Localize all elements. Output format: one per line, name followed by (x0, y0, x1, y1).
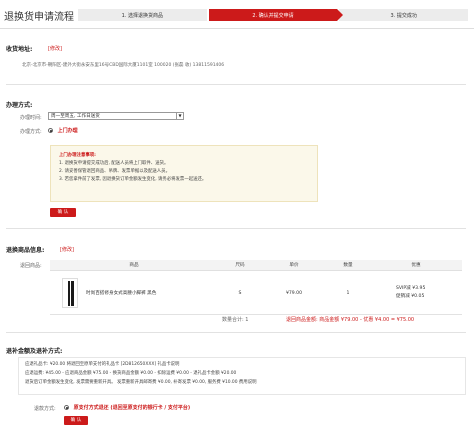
step-3: 3. 提交成功 (339, 9, 469, 21)
refund-line-invoice: 退货后订单金额发生变化, 发票需要重新开具。 发票重新开具邮寄费 ¥0.00, … (25, 380, 257, 385)
time-select-value: 周一至周五, 工作日送货 (51, 114, 100, 119)
promo-sale: 促销减 ¥0.05 (396, 294, 425, 300)
step-1: 1. 选择退换货商品 (78, 9, 207, 21)
divider (6, 228, 466, 229)
pants-icon (68, 281, 74, 307)
time-select[interactable]: 周一至周五, 工作日送货 ▼ (48, 112, 184, 120)
divider (50, 314, 462, 315)
product-name[interactable]: 时尚百搭修身女式高腰小脚裤 黑色 (86, 290, 156, 296)
col-product: 商品 (50, 260, 218, 271)
page-title: 退换货申请流程 (4, 12, 74, 23)
refund-line-giftcard: 应退礼品卡: ¥20.00 将退回至原单支付的礼品卡 [2D812650XXX]… (25, 362, 180, 367)
step-2: 2. 确认并提交申请 (208, 9, 344, 21)
summary-total: 退回商品金额: 商品金额 ¥79.00 - 优惠 ¥4.00 = ¥75.00 (286, 317, 415, 323)
notice-box: 上门办理注意事项: 1. 退换货申请提交成功后, 配送人员将上门取件、送货。 2… (50, 145, 318, 202)
notice-line: 2. 请妥善保管退回商品、吊牌、发票单据以及配送人员。 (59, 169, 170, 174)
radio-icon (64, 405, 69, 410)
product-qty: 1 (346, 290, 350, 296)
header-divider (0, 28, 474, 29)
progress-steps: 1. 选择退换货商品 2. 确认并提交申请 3. 提交成功 (78, 9, 470, 21)
product-size: S (238, 290, 242, 296)
promo-svip: SVIP减 ¥3.95 (396, 286, 426, 292)
notice-title: 上门办理注意事项: (59, 153, 96, 158)
table-row: 时尚百搭修身女式高腰小脚裤 黑色 S ¥79.00 1 SVIP减 ¥3.95 … (50, 270, 462, 316)
chevron-down-icon: ▼ (176, 113, 183, 119)
refund-box: 应退礼品卡: ¥20.00 将退回至原单支付的礼品卡 [2D812650XXX]… (18, 357, 466, 395)
refund-method-radio[interactable]: 原支付方式退还 (退回至原支付的银行卡 / 支付平台) (64, 404, 190, 411)
products-modify-link[interactable]: [修改] (60, 246, 74, 253)
address-heading: 收货地址: (6, 46, 33, 53)
notice-line: 1. 退换货申请提交成功后, 配送人员将上门取件、送货。 (59, 161, 169, 166)
returned-label: 退回商品: (20, 263, 42, 269)
divider (6, 332, 466, 333)
product-price: ¥79.00 (285, 290, 303, 296)
product-image[interactable] (62, 278, 78, 309)
type-radio[interactable]: 上门办理 (48, 127, 78, 134)
refund-confirm-button[interactable]: 确 认 (64, 416, 88, 425)
col-size: 尺码 (218, 260, 262, 271)
notice-line: 3. 若您拿件前了发票, 因退换货订单金额发生变化, 请务必将发票一起送还。 (59, 177, 207, 182)
method-heading: 办理方式: (6, 102, 33, 109)
refund-line-amount: 应退运费: ¥45.00 - 应退商品金额 ¥75.00 - 换货商品金额 ¥0… (25, 371, 237, 376)
refund-heading: 退补金额及退补方式: (6, 348, 63, 355)
refund-method-label: 退款方式: (34, 406, 56, 412)
summary-count: 数量合计: 1 (222, 317, 249, 323)
radio-icon (48, 128, 53, 133)
divider (6, 84, 466, 85)
refund-method-value: 原支付方式退还 (退回至原支付的银行卡 / 支付平台) (73, 405, 191, 411)
col-qty: 数量 (326, 260, 370, 271)
address-modify-link[interactable]: [修改] (48, 45, 62, 52)
products-table: 商品 尺码 单价 数量 优惠 时尚百搭修身女式高腰小脚裤 黑色 S ¥79.00… (50, 260, 462, 316)
type-label: 办理方式: (20, 129, 42, 135)
address-text: 北京-北京市-朝阳区-建外大街永安东里16号CBD国际大厦1101室 10002… (22, 63, 225, 68)
type-value: 上门办理 (57, 128, 78, 134)
method-confirm-button[interactable]: 确 认 (50, 208, 76, 217)
products-heading: 退换商品信息: (6, 247, 45, 254)
col-price: 单价 (262, 260, 326, 271)
col-promo: 优惠 (370, 260, 462, 271)
time-label: 办理时间: (20, 115, 42, 121)
